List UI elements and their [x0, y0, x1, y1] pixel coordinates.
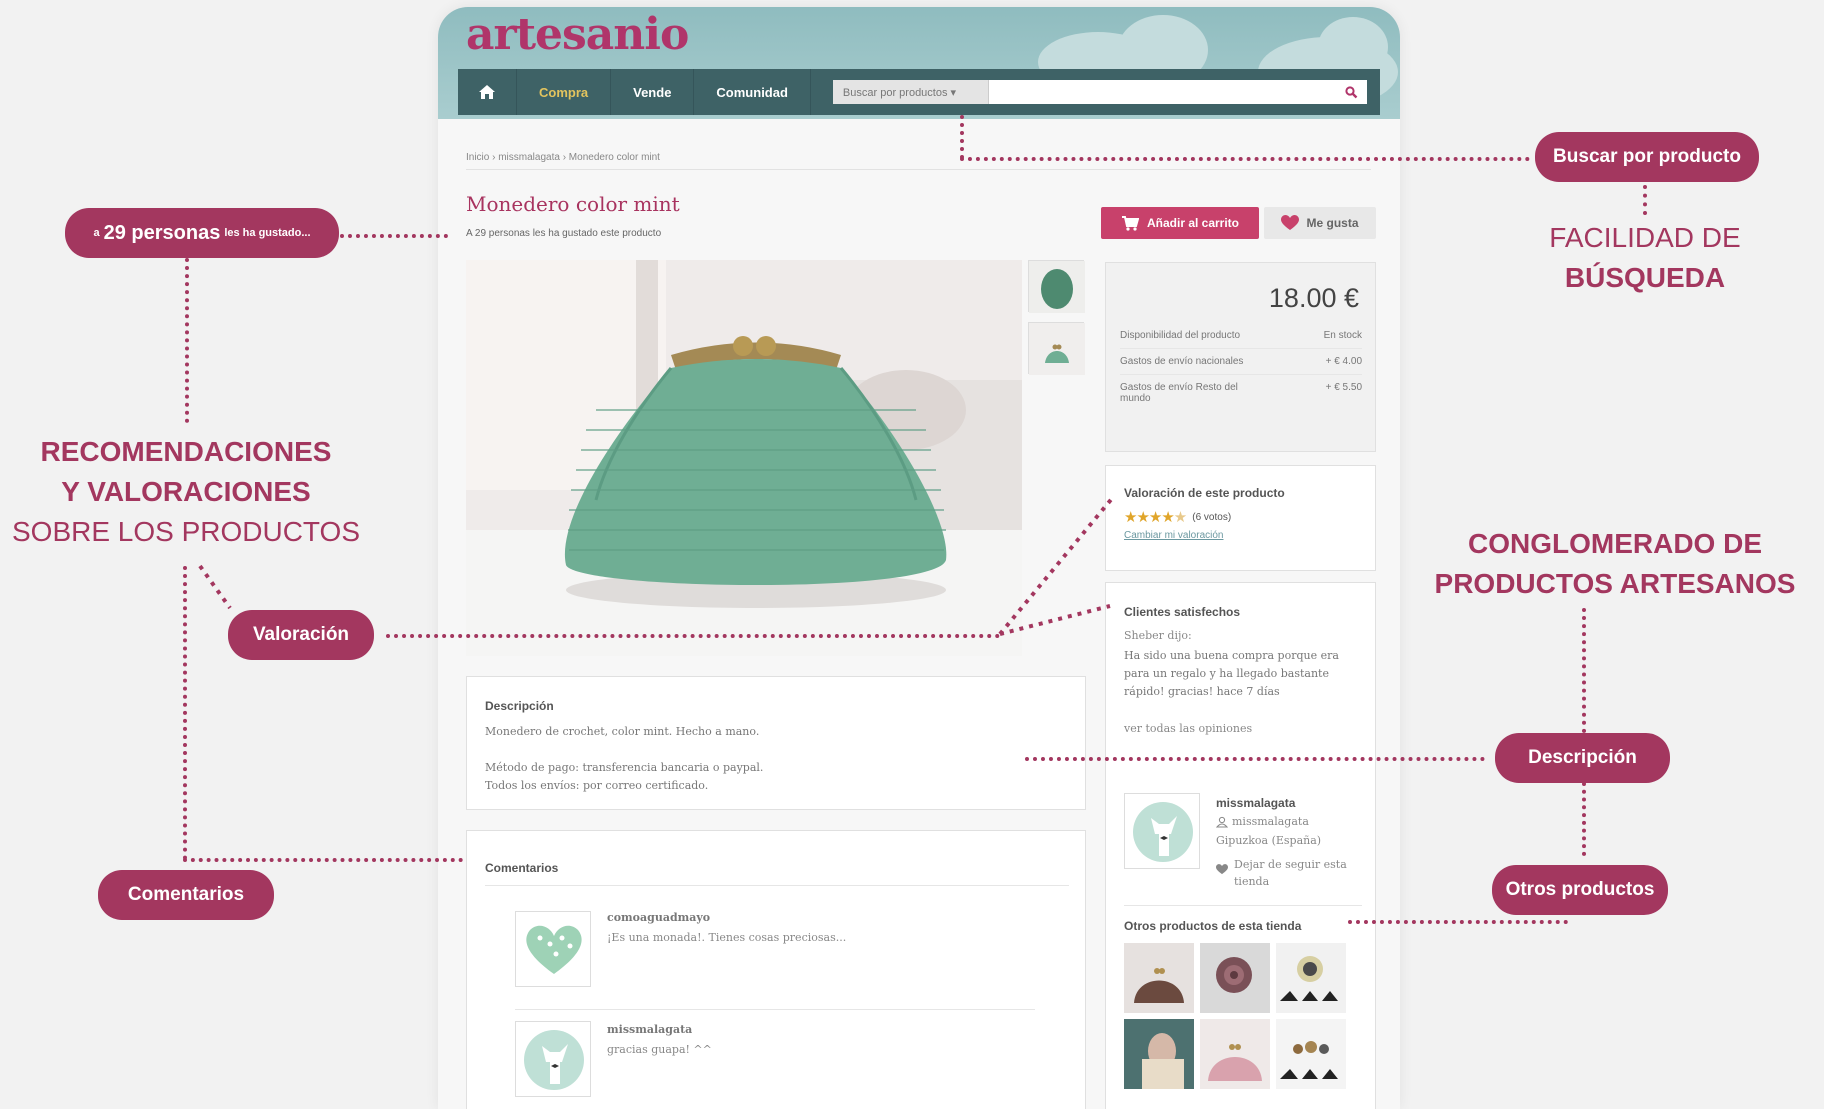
connector-otros	[1348, 920, 1568, 924]
connector-comentarios-v	[183, 566, 187, 860]
connector-comentarios-h	[183, 858, 463, 862]
recom-line-3: SOBRE LOS PRODUCTOS	[11, 516, 360, 547]
personas-big: 29 personas	[103, 221, 221, 244]
personas-pre: a	[93, 227, 100, 239]
facilidad-line-2: BÚSQUEDA	[1564, 262, 1726, 293]
connector-descripcion	[1025, 757, 1485, 761]
connector-otros-v	[1582, 782, 1586, 856]
annotation-recomendaciones: RECOMENDACIONES Y VALORACIONES SOBRE LOS…	[0, 432, 372, 552]
annotation-buscar-producto: Buscar por producto	[1535, 132, 1759, 182]
conglo-line-2: PRODUCTOS ARTESANOS	[1434, 568, 1796, 599]
annotation-valoracion: Valoración	[228, 610, 374, 660]
annotation-descripcion: Descripción	[1495, 733, 1670, 783]
recom-line-1: RECOMENDACIONES	[40, 436, 332, 467]
annotation-conglomerado: CONGLOMERADO DE PRODUCTOS ARTESANOS	[1420, 524, 1810, 604]
annotation-otros-productos: Otros productos	[1492, 865, 1668, 915]
personas-post: les ha gustado...	[224, 227, 311, 239]
annotation-29-personas: a 29 personas les ha gustado...	[65, 208, 339, 258]
annotation-comentarios: Comentarios	[98, 870, 274, 920]
facilidad-line-1: FACILIDAD DE	[1549, 222, 1741, 253]
connector-conglo-v	[1582, 608, 1586, 733]
recom-line-2: Y VALORACIONES	[61, 476, 311, 507]
conglo-line-1: CONGLOMERADO DE	[1468, 528, 1762, 559]
annotation-facilidad: FACILIDAD DE BÚSQUEDA	[1495, 218, 1795, 298]
